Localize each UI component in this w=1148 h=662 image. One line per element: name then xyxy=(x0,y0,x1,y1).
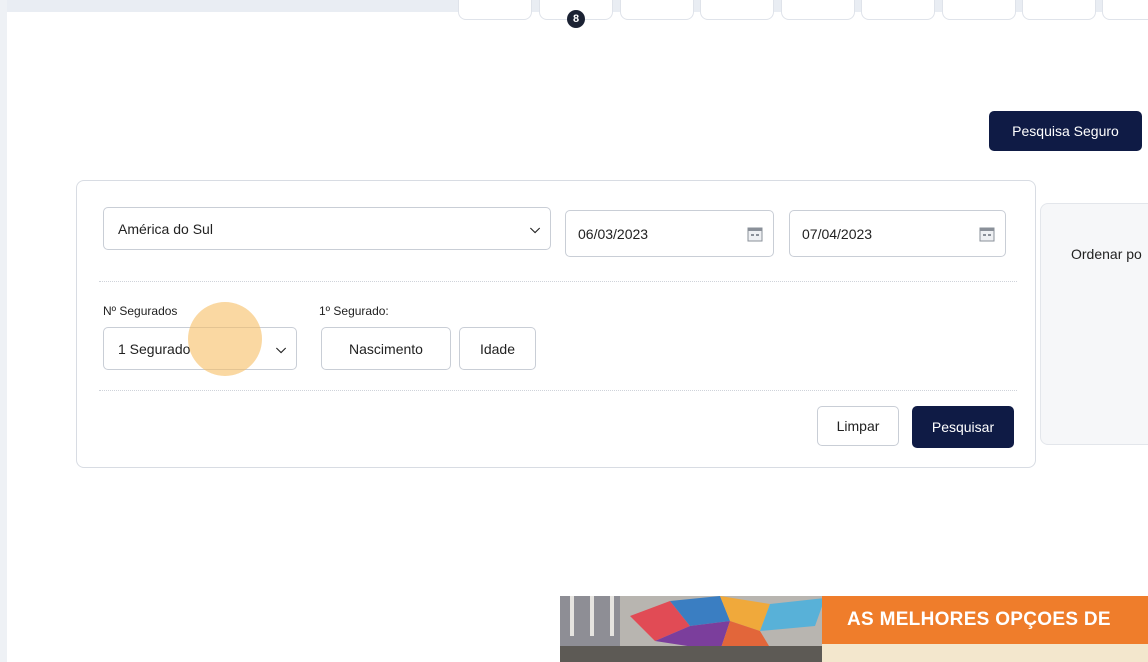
chevron-down-icon: ⌵ xyxy=(530,220,540,236)
tab-9[interactable] xyxy=(1102,0,1148,20)
sort-label: Ordenar po xyxy=(1071,246,1142,262)
banner-title: AS MELHORES OPÇOES DE xyxy=(847,609,1111,630)
banner-image xyxy=(560,596,825,662)
tab-4[interactable] xyxy=(700,0,774,20)
tab-1[interactable] xyxy=(458,0,532,20)
end-date-value: 07/04/2023 xyxy=(802,225,873,242)
destination-value: América do Sul xyxy=(118,220,213,237)
calendar-icon[interactable] xyxy=(747,226,763,242)
start-date-field[interactable]: 06/03/2023 xyxy=(565,210,774,257)
divider xyxy=(99,281,1017,282)
chevron-down-icon: ⌵ xyxy=(276,340,286,356)
banner-image-art xyxy=(560,596,825,662)
end-date-field[interactable]: 07/04/2023 xyxy=(789,210,1006,257)
banner-bottom xyxy=(822,644,1148,662)
age-input[interactable]: Idade xyxy=(459,327,536,370)
tab-5[interactable] xyxy=(781,0,855,20)
tab-3[interactable] xyxy=(620,0,694,20)
left-strip xyxy=(0,0,7,662)
search-button[interactable]: Pesquisar xyxy=(912,406,1014,448)
insured-count-label: Nº Segurados xyxy=(103,304,178,318)
tab-7[interactable] xyxy=(942,0,1016,20)
search-insurance-button[interactable]: Pesquisa Seguro xyxy=(989,111,1142,151)
start-date-value: 06/03/2023 xyxy=(578,225,649,242)
clear-button[interactable]: Limpar xyxy=(817,406,899,446)
click-indicator xyxy=(188,302,262,376)
tab-8[interactable] xyxy=(1022,0,1096,20)
calendar-icon[interactable] xyxy=(979,226,995,242)
divider xyxy=(99,390,1017,391)
destination-select[interactable]: América do Sul ⌵ xyxy=(103,207,551,250)
insured-count-value: 1 Segurado xyxy=(118,340,191,357)
banner-title-bar: AS MELHORES OPÇOES DE xyxy=(822,596,1148,644)
birth-date-input[interactable]: Nascimento xyxy=(321,327,451,370)
tab-6[interactable] xyxy=(861,0,935,20)
notification-badge: 8 xyxy=(567,10,585,28)
birth-date-placeholder: Nascimento xyxy=(349,340,423,357)
age-placeholder: Idade xyxy=(479,340,516,357)
sort-panel: Ordenar po xyxy=(1040,203,1148,445)
promo-banner[interactable]: AS MELHORES OPÇOES DE xyxy=(560,596,1148,662)
first-insured-label: 1º Segurado: xyxy=(319,304,389,318)
